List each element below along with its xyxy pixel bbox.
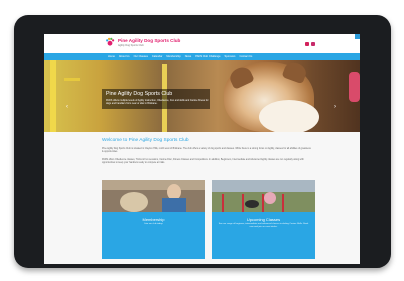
- site-header: Pine Agility Dog Sports Club Agility Dog…: [44, 34, 360, 53]
- membership-card[interactable]: Membership Join our club today.: [102, 180, 205, 259]
- nav-item-about-us[interactable]: About Us: [119, 55, 130, 58]
- card-subtitle: See our range of beginner, intermediate …: [218, 223, 309, 228]
- slider-next-icon[interactable]: ›: [334, 104, 336, 110]
- site-tagline: Agility Dog Sports Club: [118, 44, 144, 47]
- welcome-paragraph: PADS offers Obedience classes, Tricks & …: [102, 159, 304, 165]
- card-title: Upcoming Classes: [246, 217, 281, 222]
- welcome-paragraph: Pine Agility Dog Sports Club is situated…: [102, 148, 311, 154]
- agility-pole: [50, 60, 56, 132]
- nav-items: Home About Us Our Classes Calendar Membershi…: [108, 55, 252, 58]
- welcome-heading: Welcome to Pine Agility Dog Sports Club: [102, 138, 189, 143]
- dog-mane: [259, 100, 319, 132]
- hero-caption: Pine Agility Dog Sports Club PADS offers…: [102, 89, 210, 109]
- nav-item-pads-club-challenge[interactable]: PADS Club Challenge: [195, 55, 220, 58]
- hero-banner: Pine Agility Dog Sports Club PADS offers…: [44, 60, 360, 132]
- upcoming-classes-card[interactable]: Upcoming Classes See our range of beginn…: [212, 180, 315, 259]
- background-object: [349, 72, 360, 102]
- agility-bar: [64, 78, 80, 81]
- site-title[interactable]: Pine Agility Dog Sports Club: [118, 38, 180, 43]
- hero-caption-title: Pine Agility Dog Sports Club: [106, 91, 173, 97]
- nav-item-contact-us[interactable]: Contact Us: [239, 55, 252, 58]
- nav-item-membership[interactable]: Membership: [166, 55, 180, 58]
- nav-item-news[interactable]: News: [185, 55, 192, 58]
- slider-prev-icon[interactable]: ‹: [66, 104, 68, 110]
- classes-photo: [212, 180, 315, 212]
- facebook-icon[interactable]: [305, 42, 309, 46]
- card-subtitle: Join our club today.: [144, 223, 163, 225]
- login-button[interactable]: [355, 34, 360, 39]
- hero-caption-text: PADS offers multiple levels of Agility i…: [106, 99, 209, 106]
- membership-photo: [102, 180, 205, 212]
- nav-item-home[interactable]: Home: [108, 55, 115, 58]
- nav-item-calendar[interactable]: Calendar: [152, 55, 163, 58]
- paw-logo-icon[interactable]: [105, 37, 115, 47]
- card-title: Membership: [142, 217, 165, 222]
- instagram-icon[interactable]: [311, 42, 315, 46]
- nav-item-our-classes[interactable]: Our Classes: [134, 55, 148, 58]
- nav-item-sponsors[interactable]: Sponsors: [225, 55, 236, 58]
- website-screen: Pine Agility Dog Sports Club Agility Dog…: [44, 34, 360, 264]
- main-nav: Home About Us Our Classes Calendar Membershi…: [44, 53, 360, 60]
